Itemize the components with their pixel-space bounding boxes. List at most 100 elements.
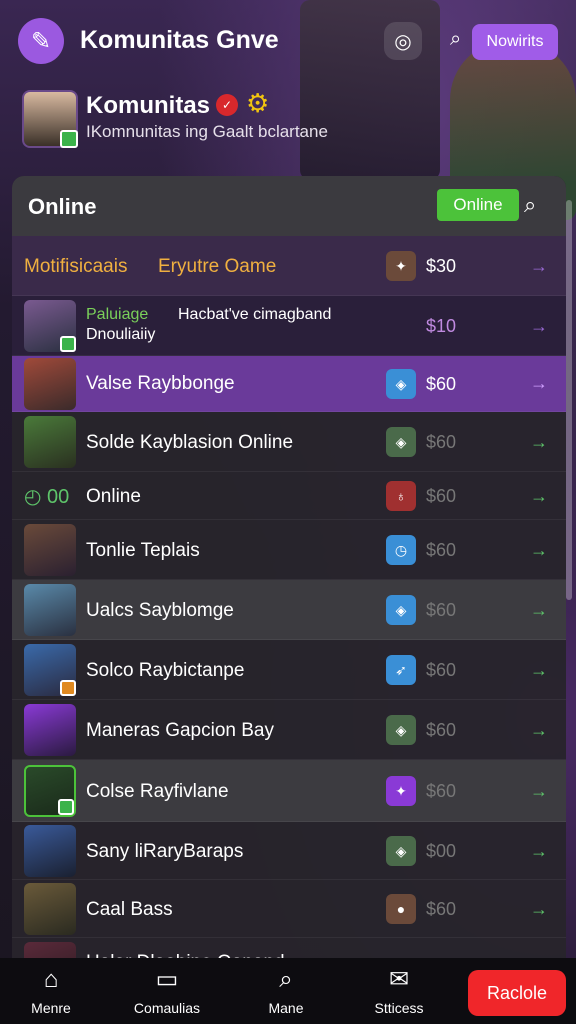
item-thumbnail [24, 704, 76, 756]
shield-icon: ◈ [386, 427, 416, 457]
arrow-right-icon[interactable]: → [530, 600, 548, 621]
item-name: Eryutre Oame [158, 256, 277, 277]
mail-icon: ✉ [388, 966, 410, 993]
list-item[interactable]: ◴ 00 Online ♁ $60 → [12, 472, 566, 520]
item-thumbnail [24, 358, 76, 410]
price: $60 [426, 899, 457, 919]
list-item[interactable]: Sany liRaryBaraps ◈ $00 → [12, 822, 566, 880]
arrow-right-icon[interactable]: → [530, 720, 548, 741]
app-title: Komunitas Gnve [80, 26, 279, 54]
top-bar: ✎ Komunitas Gnve ◎ ⌕ Nowirits [0, 0, 576, 84]
timer-icon: ◷ [386, 535, 416, 565]
item-name: Paluiage [86, 306, 149, 323]
shield-icon: ◈ [386, 369, 416, 399]
arrow-right-icon[interactable]: → [530, 432, 548, 453]
list-item[interactable]: Ualcs Sayblomge ◈ $60 → [12, 580, 566, 640]
search-icon[interactable]: ⌕ [450, 28, 461, 51]
item-name: Maneras Gapcion Bay [86, 720, 274, 741]
avatar[interactable] [22, 90, 78, 148]
arrow-right-icon[interactable]: → [530, 540, 548, 561]
item-thumbnail [24, 644, 76, 696]
item-name: Valse Raybbonge [86, 373, 235, 394]
nav-communities[interactable]: ▭ Comaulias [122, 966, 212, 1016]
arrow-right-icon[interactable]: → [530, 316, 548, 337]
price: $60 [426, 374, 457, 394]
bomb-icon: ● [386, 894, 416, 924]
brush-icon: ✦ [386, 776, 416, 806]
list-item[interactable]: Colse Rayfivlane ✦ $60 → [12, 760, 566, 822]
nav-label: Comaulias [133, 1000, 201, 1016]
item-thumbnail [24, 584, 76, 636]
list-item[interactable]: Motifisicaais Eryutre Oame ✦ $30 → [12, 236, 566, 296]
arrow-right-icon[interactable]: → [530, 781, 548, 802]
list-item[interactable]: Maneras Gapcion Bay ◈ $60 → [12, 700, 566, 760]
price: $60 [426, 781, 457, 801]
item-thumbnail [24, 524, 76, 576]
arrow-right-icon[interactable]: → [530, 373, 548, 394]
verified-icon: ✓ [216, 94, 238, 116]
price: $10 [426, 316, 457, 336]
gear-icon[interactable]: ⚙ [246, 88, 269, 119]
profile-name: Komunitas [86, 92, 211, 119]
item-subline: Dnouliaiiy [86, 326, 156, 343]
search-icon[interactable]: ⌕ [524, 192, 536, 218]
list-item[interactable]: Valse Raybbonge ◈ $60 → [12, 356, 566, 412]
nav-label: Mane [268, 1000, 304, 1016]
home-icon: ⌂ [43, 966, 59, 993]
panel-header: Online Online ⌕ [12, 176, 566, 236]
nav-search[interactable]: ⌕ Mane [241, 966, 331, 1016]
notifications-button[interactable]: Nowirits [472, 24, 558, 60]
price: $30 [426, 256, 457, 276]
online-count: ◴ 00 [24, 486, 70, 508]
list-item[interactable]: Paluiage Hacbat've cimagband Dnouliaiiy … [12, 296, 566, 356]
search-icon: ⌕ [279, 966, 293, 993]
wrench-icon[interactable]: ✎ [18, 18, 64, 64]
item-name: Online [86, 486, 141, 507]
scrollbar[interactable] [566, 200, 572, 600]
arrow-right-icon[interactable]: → [530, 486, 548, 507]
panel-title: Online [28, 194, 97, 219]
list-item[interactable]: Solde Kayblasion Online ◈ $60 → [12, 412, 566, 472]
item-name: Ualcs Sayblomge [86, 600, 234, 621]
item-name: Caal Bass [86, 899, 173, 920]
item-thumbnail [24, 416, 76, 468]
bottom-nav: ⌂ Menre ▭ Comaulias ⌕ Mane ✉ Stticess Ra… [0, 958, 576, 1024]
profile-subtitle: IKomnunitas ing Gaalt bclartane [86, 122, 328, 141]
item-name: Colse Rayfivlane [86, 781, 229, 802]
online-button[interactable]: Online [437, 189, 519, 221]
status-badge [60, 130, 78, 148]
nav-messages[interactable]: ✉ Stticess [354, 966, 444, 1016]
item-thumbnail [24, 765, 76, 817]
arrow-right-icon[interactable]: → [530, 899, 548, 920]
price: $00 [426, 841, 457, 861]
list-item[interactable]: Caal Bass ● $60 → [12, 880, 566, 938]
price: $60 [426, 432, 457, 452]
brush-icon: ✦ [386, 251, 416, 281]
list-item[interactable]: Tonlie Teplais ◷ $60 → [12, 520, 566, 580]
item-name: Solde Kayblasion Online [86, 432, 294, 453]
price: $60 [426, 540, 457, 560]
nav-label: Stticess [374, 1000, 424, 1016]
item-thumbnail [24, 883, 76, 935]
list-item[interactable]: Solco Raybictanpe ➶ $60 → [12, 640, 566, 700]
nav-home[interactable]: ⌂ Menre [6, 966, 96, 1016]
item-name: Solco Raybictanpe [86, 660, 245, 681]
controller-icon[interactable]: ◎ [384, 22, 422, 60]
cta-button[interactable]: Raclole [468, 970, 566, 1016]
item-list: Motifisicaais Eryutre Oame ✦ $30 → Palui… [12, 236, 566, 976]
rocket-icon: ➶ [386, 655, 416, 685]
arrow-right-icon[interactable]: → [530, 660, 548, 681]
price: $60 [426, 486, 457, 506]
arrow-right-icon[interactable]: → [530, 256, 548, 277]
potion-icon: ♁ [386, 481, 416, 511]
category-label: Motifisicaais [24, 256, 128, 277]
item-name: Sany liRaryBaraps [86, 841, 244, 862]
price: $60 [426, 720, 457, 740]
chat-icon: ▭ [155, 966, 179, 993]
nav-label: Menre [31, 1000, 71, 1016]
shield-icon: ◈ [386, 836, 416, 866]
arrow-right-icon[interactable]: → [530, 841, 548, 862]
item-thumbnail [24, 300, 76, 352]
item-name: Tonlie Teplais [86, 540, 200, 561]
online-panel: Online Online ⌕ Motifisicaais Eryutre Oa… [12, 176, 566, 976]
